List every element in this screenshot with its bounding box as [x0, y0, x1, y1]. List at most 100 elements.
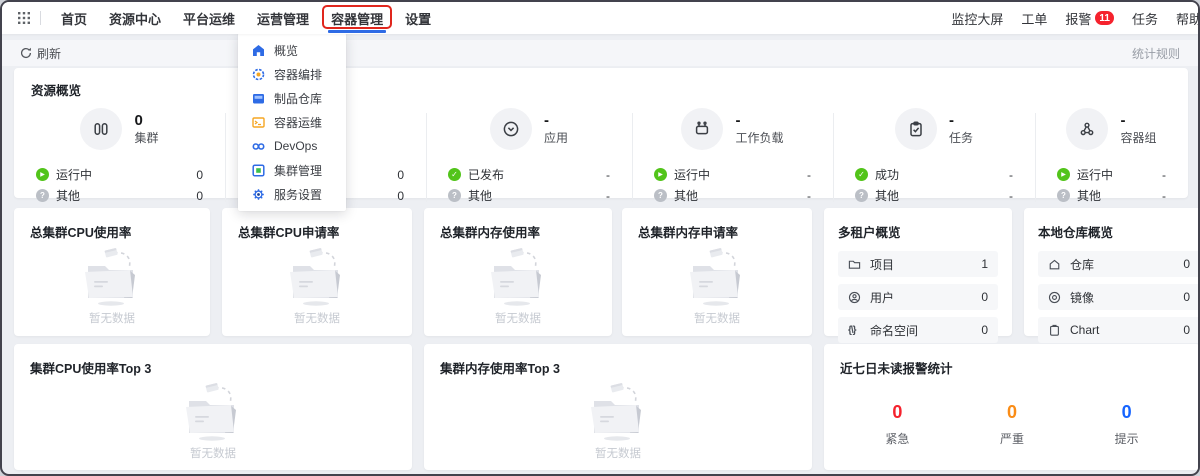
namespace-icon: {\} [848, 325, 864, 336]
repo-row-value: 0 [1183, 290, 1190, 304]
dropdown-item-cluster-mgmt[interactable]: 集群管理 [238, 158, 346, 182]
stat-row-value: - [1162, 189, 1166, 203]
dropdown-item-orchestration[interactable]: 容器编排 [238, 62, 346, 86]
chart-card-title: 集群内存使用率Top 3 [440, 358, 796, 377]
tenant-row-label: 项目 [870, 256, 894, 273]
stat-row-label: 其他 [674, 187, 698, 204]
nav-monitor-screen[interactable]: 监控大屏 [951, 9, 1003, 28]
running-status-icon: ▶ [654, 168, 667, 181]
warehouse-icon [1048, 258, 1064, 271]
alarm-item-info: 0 提示 [1115, 403, 1139, 447]
dropdown-item-overview[interactable]: 概览 [238, 38, 346, 62]
orchestration-icon [252, 68, 265, 81]
empty-state-text: 暂无数据 [595, 445, 641, 461]
stat-name: 工作负载 [735, 131, 783, 146]
app-launcher-icon[interactable] [18, 12, 30, 24]
tenant-row-value: 0 [981, 290, 988, 304]
chart-card-title: 总集群CPU申请率 [238, 222, 396, 241]
application-icon [490, 108, 532, 150]
top-nav: 首页 资源中心 平台运维 运营管理 容器管理 设置 监控大屏 工单 报警 11 … [2, 2, 1198, 34]
stat-row: ? 其他 - [1057, 185, 1166, 206]
empty-folder-illustration [277, 246, 357, 306]
empty-folder-illustration [578, 381, 658, 441]
home-icon [252, 44, 265, 57]
repo-row-warehouse: 仓库 0 [1038, 251, 1200, 277]
stat-row-label: 运行中 [674, 166, 710, 183]
repo-row-label: 镜像 [1070, 289, 1094, 306]
nav-alarm-label: 报警 [1065, 9, 1091, 28]
stat-row-label: 其他 [875, 187, 899, 204]
stat-name: 应用 [544, 131, 568, 146]
empty-state-text: 暂无数据 [495, 310, 541, 326]
alarm-severe-value: 0 [1007, 403, 1017, 421]
tenant-row-project: 项目 1 [838, 251, 998, 277]
other-status-icon: ? [36, 189, 49, 202]
alarm-count-badge: 11 [1095, 11, 1114, 25]
stat-row-label: 成功 [875, 166, 899, 183]
dropdown-item-label: 容器编排 [274, 66, 322, 83]
chart-card-title: 总集群内存申请率 [638, 222, 796, 241]
devops-icon [252, 140, 265, 153]
alarm-stats-card: 近七日未读报警统计 0 紧急 0 严重 0 提示 [824, 344, 1200, 470]
stats-rule-link[interactable]: 统计规则 [1132, 45, 1180, 62]
stat-row: ? 其他 - [654, 185, 811, 206]
nav-help[interactable]: 帮助 [1176, 9, 1200, 28]
service-settings-icon [252, 188, 265, 201]
refresh-toolbar: 刷新 统计规则 [2, 40, 1198, 66]
empty-folder-illustration [478, 246, 558, 306]
nav-item-home[interactable]: 首页 [53, 2, 95, 34]
repo-overview-title: 本地仓库概览 [1038, 222, 1200, 241]
resource-overview-card: 资源概览 0 集群 ▶ 运行中 0 [14, 68, 1188, 198]
tenant-overview-card: 多租户概览 项目 1 用户 0 {\} 命名空间 0 [824, 208, 1012, 336]
running-status-icon: ▶ [1057, 168, 1070, 181]
refresh-label: 刷新 [37, 45, 61, 62]
dropdown-item-label: 容器运维 [274, 114, 322, 131]
stat-row-value: - [1009, 189, 1013, 203]
nav-item-settings[interactable]: 设置 [397, 2, 439, 34]
resource-overview-title: 资源概览 [14, 80, 1188, 99]
stat-row-value: - [606, 189, 610, 203]
nav-item-operation-mgmt[interactable]: 运营管理 [249, 2, 317, 34]
nav-item-platform-ops[interactable]: 平台运维 [175, 2, 243, 34]
chart-card-mem-top3: 集群内存使用率Top 3 暂无数据 [424, 344, 812, 470]
stat-row-value: - [1009, 168, 1013, 182]
nav-alarm[interactable]: 报警 11 [1065, 9, 1114, 28]
stat-row-label: 运行中 [1077, 166, 1113, 183]
stat-name: 集群 [134, 131, 158, 146]
stat-row-value: 0 [196, 168, 203, 182]
cluster-icon [80, 108, 122, 150]
nav-item-resource-center[interactable]: 资源中心 [101, 2, 169, 34]
dropdown-item-container-ops[interactable]: 容器运维 [238, 110, 346, 134]
stat-row: ▶ 运行中 - [1057, 164, 1166, 185]
chart-icon [1048, 324, 1064, 337]
dropdown-item-devops[interactable]: DevOps [238, 134, 346, 158]
image-icon [1048, 291, 1064, 304]
stat-block-cluster: 0 集群 ▶ 运行中 0 ? 其他 0 [14, 101, 225, 206]
dropdown-item-service-settings[interactable]: 服务设置 [238, 182, 346, 206]
stat-grid: 0 集群 ▶ 运行中 0 ? 其他 0 [14, 101, 1188, 206]
stat-row-value: - [1162, 168, 1166, 182]
stat-row-label: 其他 [1077, 187, 1101, 204]
stat-value: 0 [134, 112, 158, 131]
repo-overview-card: 本地仓库概览 仓库 0 镜像 0 Chart 0 [1024, 208, 1200, 336]
repo-row-label: 仓库 [1070, 256, 1094, 273]
nav-divider [40, 11, 41, 25]
repo-row-value: 0 [1183, 257, 1190, 271]
chart-card-title: 总集群内存使用率 [440, 222, 596, 241]
alarm-critical-label: 紧急 [885, 430, 909, 447]
stat-name: 容器组 [1120, 131, 1156, 146]
nav-item-container-mgmt[interactable]: 容器管理 [323, 2, 391, 34]
dropdown-item-artifact-repo[interactable]: 制品仓库 [238, 86, 346, 110]
empty-state-text: 暂无数据 [694, 310, 740, 326]
stat-row: ✓ 成功 - [855, 164, 1013, 185]
stat-row: ? 其他 - [855, 185, 1013, 206]
chart-card-title: 总集群CPU使用率 [30, 222, 194, 241]
alarm-info-label: 提示 [1115, 430, 1139, 447]
chart-card-cpu-request: 总集群CPU申请率 暂无数据 [222, 208, 412, 336]
cluster-mgmt-icon [252, 164, 265, 177]
alarm-item-critical: 0 紧急 [885, 403, 909, 447]
other-status-icon: ? [448, 189, 461, 202]
nav-task[interactable]: 任务 [1132, 9, 1158, 28]
nav-work-order[interactable]: 工单 [1021, 9, 1047, 28]
refresh-button[interactable]: 刷新 [20, 45, 61, 62]
